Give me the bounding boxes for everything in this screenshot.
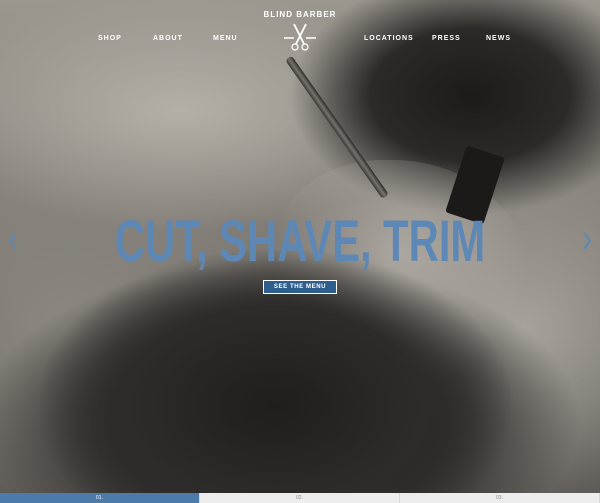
- slide-tab-3[interactable]: 03.: [400, 493, 600, 503]
- chevron-right-icon[interactable]: [582, 232, 592, 250]
- scissors-icon: [284, 23, 316, 51]
- nav-locations[interactable]: LOCATIONS: [364, 35, 414, 42]
- nav-shop[interactable]: SHOP: [98, 35, 122, 42]
- see-the-menu-button[interactable]: SEE THE MENU: [263, 280, 337, 294]
- nav-menu[interactable]: MENU: [213, 35, 238, 42]
- slide-tab-1[interactable]: 01.: [0, 493, 200, 503]
- slide-tab-2[interactable]: 02.: [200, 493, 400, 503]
- logo[interactable]: BLIND BARBER: [262, 8, 338, 58]
- chevron-left-icon[interactable]: [8, 232, 18, 250]
- nav-news[interactable]: NEWS: [486, 35, 511, 42]
- hero-headline: CUT, SHAVE, TRIM: [114, 209, 486, 274]
- logo-text: BLIND BARBER: [263, 10, 337, 19]
- nav-press[interactable]: PRESS: [432, 35, 461, 42]
- main-navigation: SHOP ABOUT MENU BLIND BARBER LOCATIONS P…: [0, 0, 600, 60]
- nav-about[interactable]: ABOUT: [153, 35, 183, 42]
- slide-pagination: 01. 02. 03.: [0, 493, 600, 503]
